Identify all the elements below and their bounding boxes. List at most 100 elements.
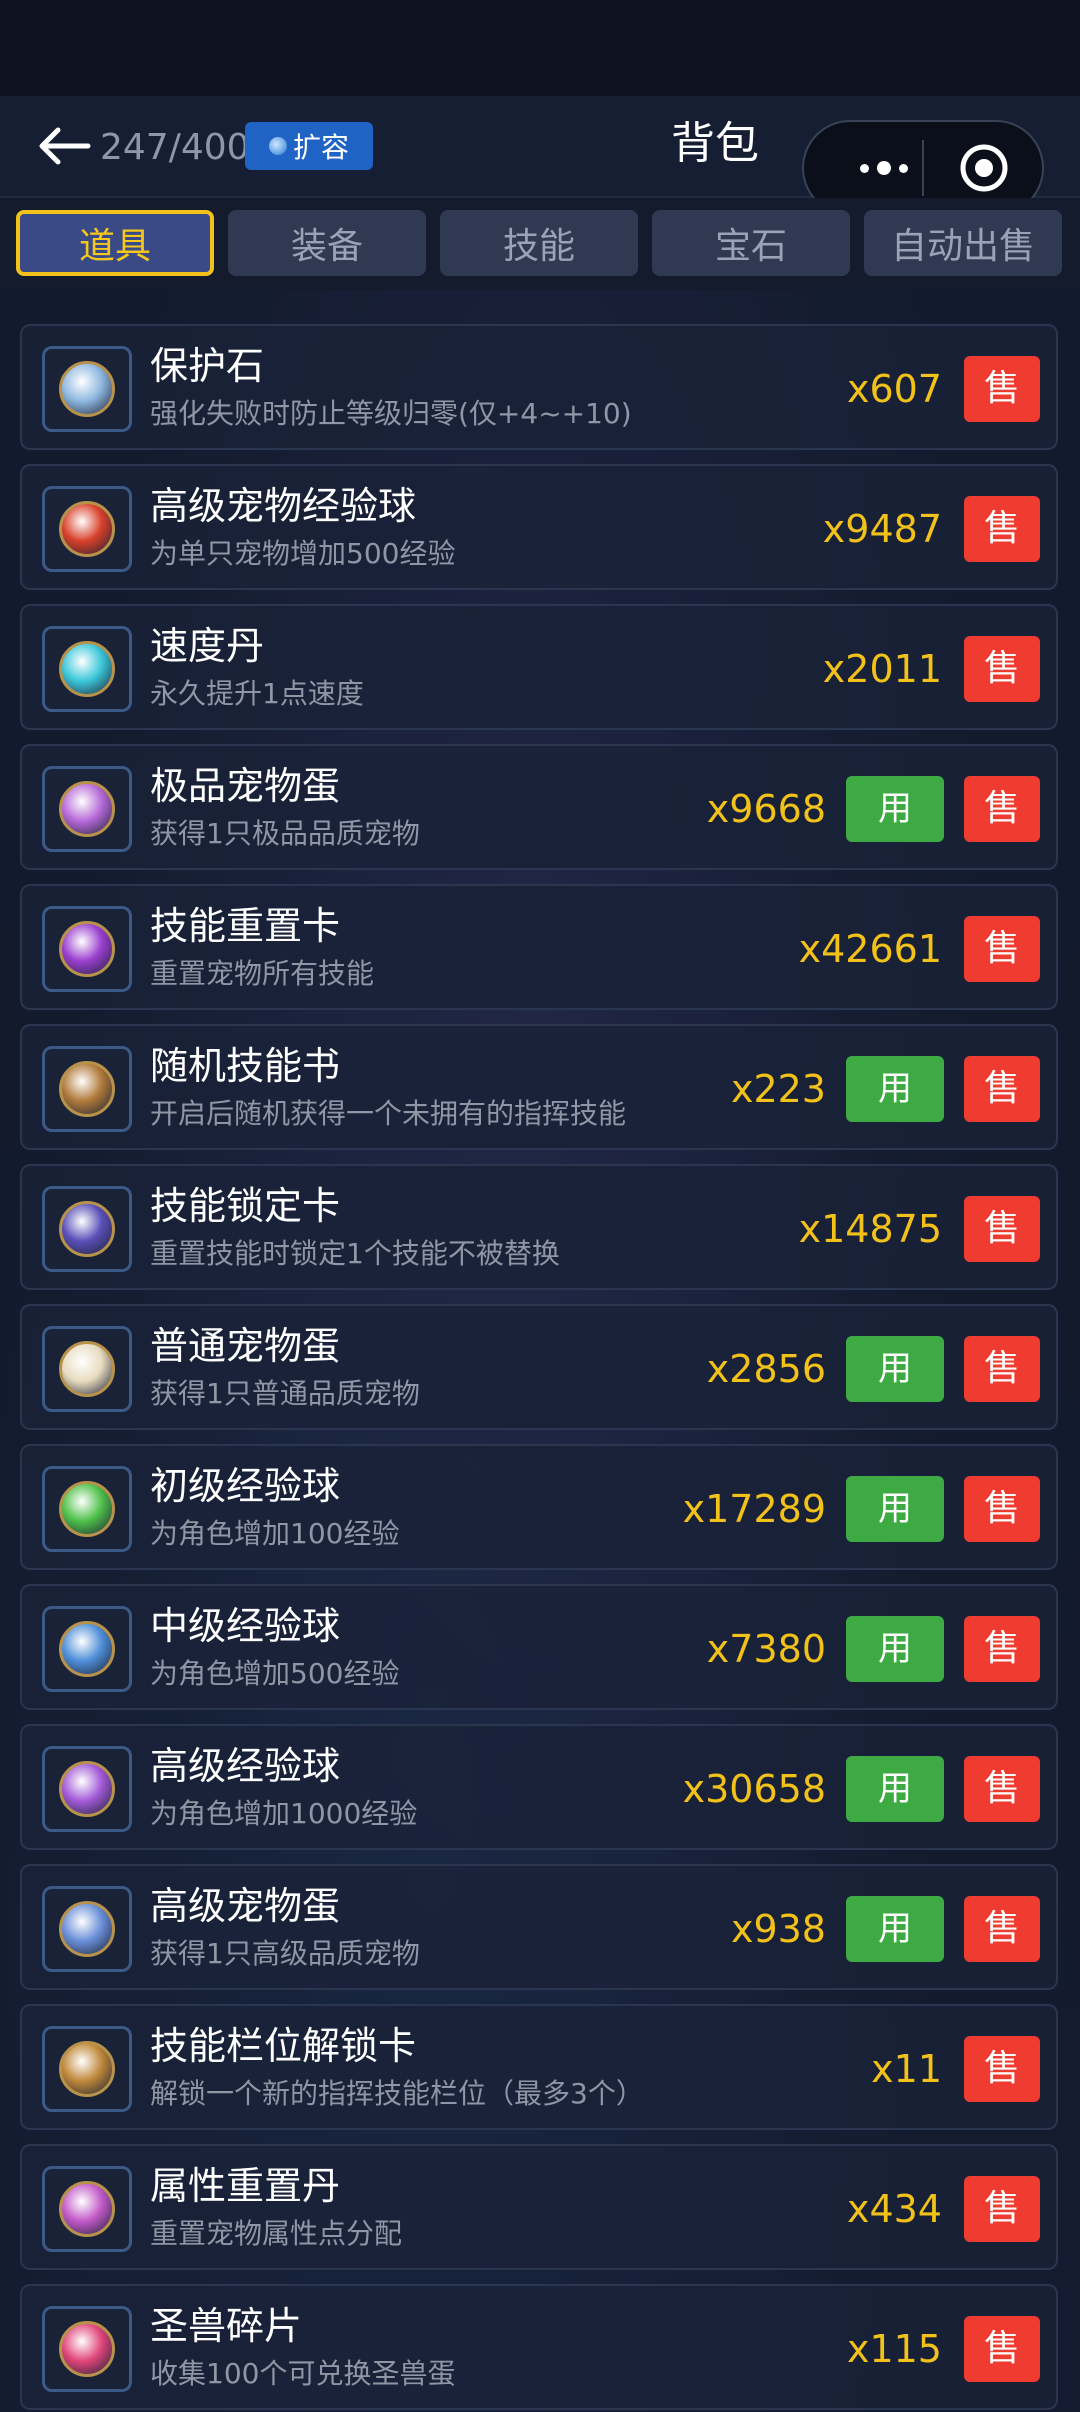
item-description: 永久提升1点速度	[150, 677, 364, 710]
sell-button[interactable]: 售	[964, 636, 1040, 702]
item-icon-frame	[42, 1746, 132, 1832]
speed-pill-icon	[59, 641, 115, 697]
more-menu-icon[interactable]	[834, 152, 934, 184]
tab-0[interactable]: 道具	[16, 210, 214, 276]
use-button[interactable]: 用	[846, 1616, 944, 1682]
sell-button[interactable]: 售	[964, 1896, 1040, 1962]
skill-slot-unlock-card-icon	[59, 2041, 115, 2097]
item-name: 高级宠物蛋	[150, 1884, 341, 1928]
item-name: 中级经验球	[150, 1604, 341, 1648]
item-description: 开启后随机获得一个未拥有的指挥技能	[150, 1097, 627, 1130]
item-quantity: x7380	[706, 1627, 826, 1671]
random-skill-book-icon	[59, 1061, 115, 1117]
advanced-pet-egg-icon	[59, 1901, 115, 1957]
list-item: 中级经验球为角色增加500经验 x7380 用售	[20, 1584, 1058, 1710]
item-description: 收集100个可兑换圣兽蛋	[150, 2357, 456, 2390]
tab-3[interactable]: 宝石	[652, 210, 850, 276]
sell-button[interactable]: 售	[964, 1476, 1040, 1542]
item-icon-frame	[42, 1606, 132, 1692]
list-item: 属性重置丹 重置宠物属性点分配 x434 售	[20, 2144, 1058, 2270]
mid-exp-orb-icon	[59, 1621, 115, 1677]
item-name: 极品宠物蛋	[150, 764, 341, 808]
item-name: 技能重置卡	[150, 904, 341, 948]
item-icon-frame	[42, 766, 132, 852]
sell-button[interactable]: 售	[964, 356, 1040, 422]
use-button[interactable]: 用	[846, 1896, 944, 1962]
use-button[interactable]: 用	[846, 1336, 944, 1402]
item-description: 为角色增加500经验	[150, 1657, 400, 1690]
page-title-text: 背包	[671, 118, 759, 169]
sell-button[interactable]: 售	[964, 1616, 1040, 1682]
tab-4[interactable]: 自动出售	[864, 210, 1062, 276]
item-quantity: x2856	[706, 1347, 826, 1391]
item-icon-frame	[42, 1186, 132, 1272]
item-quantity: x11	[871, 2047, 942, 2091]
use-button[interactable]: 用	[846, 1476, 944, 1542]
item-icon-frame	[42, 2306, 132, 2392]
list-item: 随机技能书 开启后随机获得一个未拥有的指挥技能 x223 用售	[20, 1024, 1058, 1150]
item-quantity: x42661	[798, 927, 942, 971]
item-quantity: x607	[846, 367, 942, 411]
premium-pet-egg-icon	[59, 781, 115, 837]
list-item: 高级经验球 为角色增加1000经验 x30658 用售	[20, 1724, 1058, 1850]
sell-button[interactable]: 售	[964, 2036, 1040, 2102]
sell-button[interactable]: 售	[964, 2316, 1040, 2382]
item-name: 速度丹	[150, 624, 265, 668]
sell-button[interactable]: 售	[964, 2176, 1040, 2242]
item-icon-frame	[42, 2026, 132, 2112]
item-icon-frame	[42, 1886, 132, 1972]
screen: 247/400 扩容 背包 道具 装备 技能 宝石 自动出售 保护石 强化失败时防止等级归…	[0, 0, 1080, 2412]
item-icon-frame	[42, 906, 132, 992]
item-name: 高级经验球	[150, 1744, 341, 1788]
list-item: 圣兽碎片 收集100个可兑换圣兽蛋 x115 售	[20, 2284, 1058, 2410]
pet-exp-orb-icon	[59, 501, 115, 557]
item-description: 重置宠物属性点分配	[150, 2217, 403, 2250]
list-item: 普通宠物蛋获得1只普通品质宠物 x2856 用售	[20, 1304, 1058, 1430]
common-pet-egg-icon	[59, 1341, 115, 1397]
item-icon-frame	[42, 1326, 132, 1412]
sell-button[interactable]: 售	[964, 1196, 1040, 1262]
item-icon-frame	[42, 2166, 132, 2252]
item-icon-frame	[42, 626, 132, 712]
item-quantity: x17289	[682, 1487, 826, 1531]
list-item: 保护石 强化失败时防止等级归零(仅+4~+10) x607 售	[20, 324, 1058, 450]
list-item: 初级经验球 为角色增加100经验 x17289 用售	[20, 1444, 1058, 1570]
status-bar	[0, 0, 1080, 96]
item-icon-frame	[42, 486, 132, 572]
tab-1[interactable]: 装备	[228, 210, 426, 276]
use-button[interactable]: 用	[846, 776, 944, 842]
list-item: 速度丹永久提升1点速度 x2011 售	[20, 604, 1058, 730]
item-quantity: x9668	[706, 787, 826, 831]
use-button[interactable]: 用	[846, 1756, 944, 1822]
sell-button[interactable]: 售	[964, 1056, 1040, 1122]
sell-button[interactable]: 售	[964, 1756, 1040, 1822]
close-target-icon[interactable]	[958, 142, 1010, 194]
item-icon-frame	[42, 1046, 132, 1132]
list-item: 高级宠物经验球 为单只宠物增加500经验 x9487 售	[20, 464, 1058, 590]
sell-button[interactable]: 售	[964, 916, 1040, 982]
item-description: 为单只宠物增加500经验	[150, 537, 456, 570]
item-name: 普通宠物蛋	[150, 1324, 341, 1368]
item-quantity: x2011	[822, 647, 942, 691]
item-quantity: x30658	[682, 1767, 826, 1811]
use-button[interactable]: 用	[846, 1056, 944, 1122]
basic-exp-orb-icon	[59, 1481, 115, 1537]
item-icon-frame	[42, 346, 132, 432]
item-quantity: x938	[730, 1907, 826, 1951]
item-description: 为角色增加100经验	[150, 1517, 400, 1550]
skill-reset-card-icon	[59, 921, 115, 977]
capsule-divider	[922, 140, 924, 196]
tab-2[interactable]: 技能	[440, 210, 638, 276]
item-name: 圣兽碎片	[150, 2304, 303, 2348]
item-description: 获得1只普通品质宠物	[150, 1377, 420, 1410]
item-description: 获得1只极品品质宠物	[150, 817, 420, 850]
sell-button[interactable]: 售	[964, 776, 1040, 842]
sell-button[interactable]: 售	[964, 496, 1040, 562]
item-description: 重置技能时锁定1个技能不被替换	[150, 1237, 560, 1270]
item-quantity: x434	[846, 2187, 942, 2231]
list-item: 技能重置卡 重置宠物所有技能 x42661 售	[20, 884, 1058, 1010]
item-description: 强化失败时防止等级归零(仅+4~+10)	[150, 397, 632, 430]
advanced-exp-orb-icon	[59, 1761, 115, 1817]
sell-button[interactable]: 售	[964, 1336, 1040, 1402]
item-name: 随机技能书	[150, 1044, 341, 1088]
